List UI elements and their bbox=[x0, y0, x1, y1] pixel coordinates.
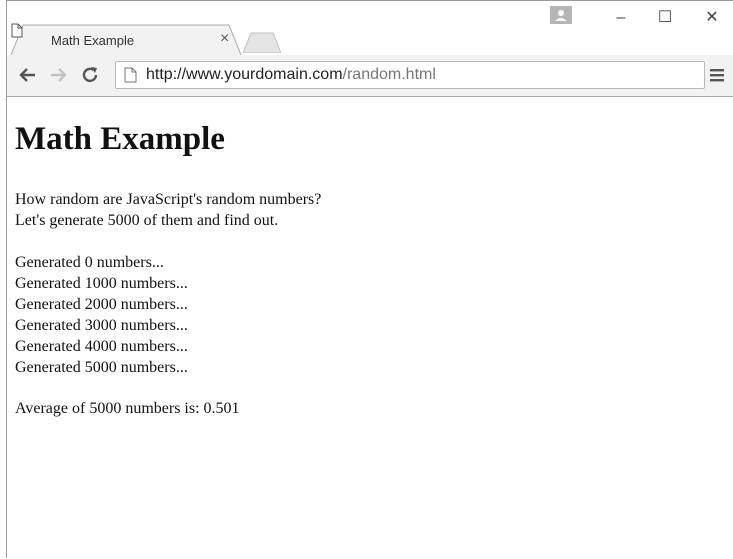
title-bar: Math Example × – ☐ ✕ bbox=[7, 1, 733, 55]
maximize-button[interactable]: ☐ bbox=[643, 3, 687, 33]
menu-icon[interactable] bbox=[707, 64, 727, 86]
browser-window: Math Example × – ☐ ✕ http://www.yourdoma… bbox=[6, 0, 733, 558]
progress-list: Generated 0 numbers... Generated 1000 nu… bbox=[15, 252, 188, 378]
page-content: Math Example How random are JavaScript's… bbox=[7, 97, 733, 559]
url-domain: http://www.yourdomain.com bbox=[146, 66, 343, 83]
intro-line: Let's generate 5000 of them and find out… bbox=[15, 212, 279, 229]
toolbar: http://www.yourdomain.com/random.html bbox=[7, 55, 733, 97]
profile-icon[interactable] bbox=[550, 6, 572, 24]
progress-line: Generated 5000 numbers... bbox=[15, 359, 188, 376]
tab-math-example[interactable]: Math Example × bbox=[11, 23, 242, 55]
forward-icon[interactable] bbox=[47, 64, 69, 86]
close-icon[interactable]: × bbox=[220, 31, 229, 47]
url-path: /random.html bbox=[342, 66, 436, 83]
progress-line: Generated 4000 numbers... bbox=[15, 338, 188, 355]
page-icon bbox=[11, 23, 23, 38]
new-tab-button[interactable] bbox=[243, 31, 281, 53]
minimize-button[interactable]: – bbox=[599, 3, 643, 33]
url-text[interactable]: http://www.yourdomain.com/random.html bbox=[146, 66, 436, 84]
page-icon bbox=[124, 67, 137, 83]
intro-paragraph: How random are JavaScript's random numbe… bbox=[15, 189, 321, 231]
progress-line: Generated 2000 numbers... bbox=[15, 296, 188, 313]
page-heading: Math Example bbox=[15, 121, 225, 157]
progress-line: Generated 0 numbers... bbox=[15, 254, 164, 271]
address-bar[interactable]: http://www.yourdomain.com/random.html bbox=[115, 61, 705, 89]
close-window-button[interactable]: ✕ bbox=[690, 3, 733, 33]
progress-line: Generated 1000 numbers... bbox=[15, 275, 188, 292]
result-paragraph: Average of 5000 numbers is: 0.501 bbox=[15, 398, 240, 419]
reload-icon[interactable] bbox=[79, 64, 101, 86]
result-line: Average of 5000 numbers is: 0.501 bbox=[15, 400, 240, 417]
progress-line: Generated 3000 numbers... bbox=[15, 317, 188, 334]
back-icon[interactable] bbox=[17, 64, 39, 86]
tab-title: Math Example bbox=[51, 33, 135, 48]
intro-line: How random are JavaScript's random numbe… bbox=[15, 191, 322, 208]
